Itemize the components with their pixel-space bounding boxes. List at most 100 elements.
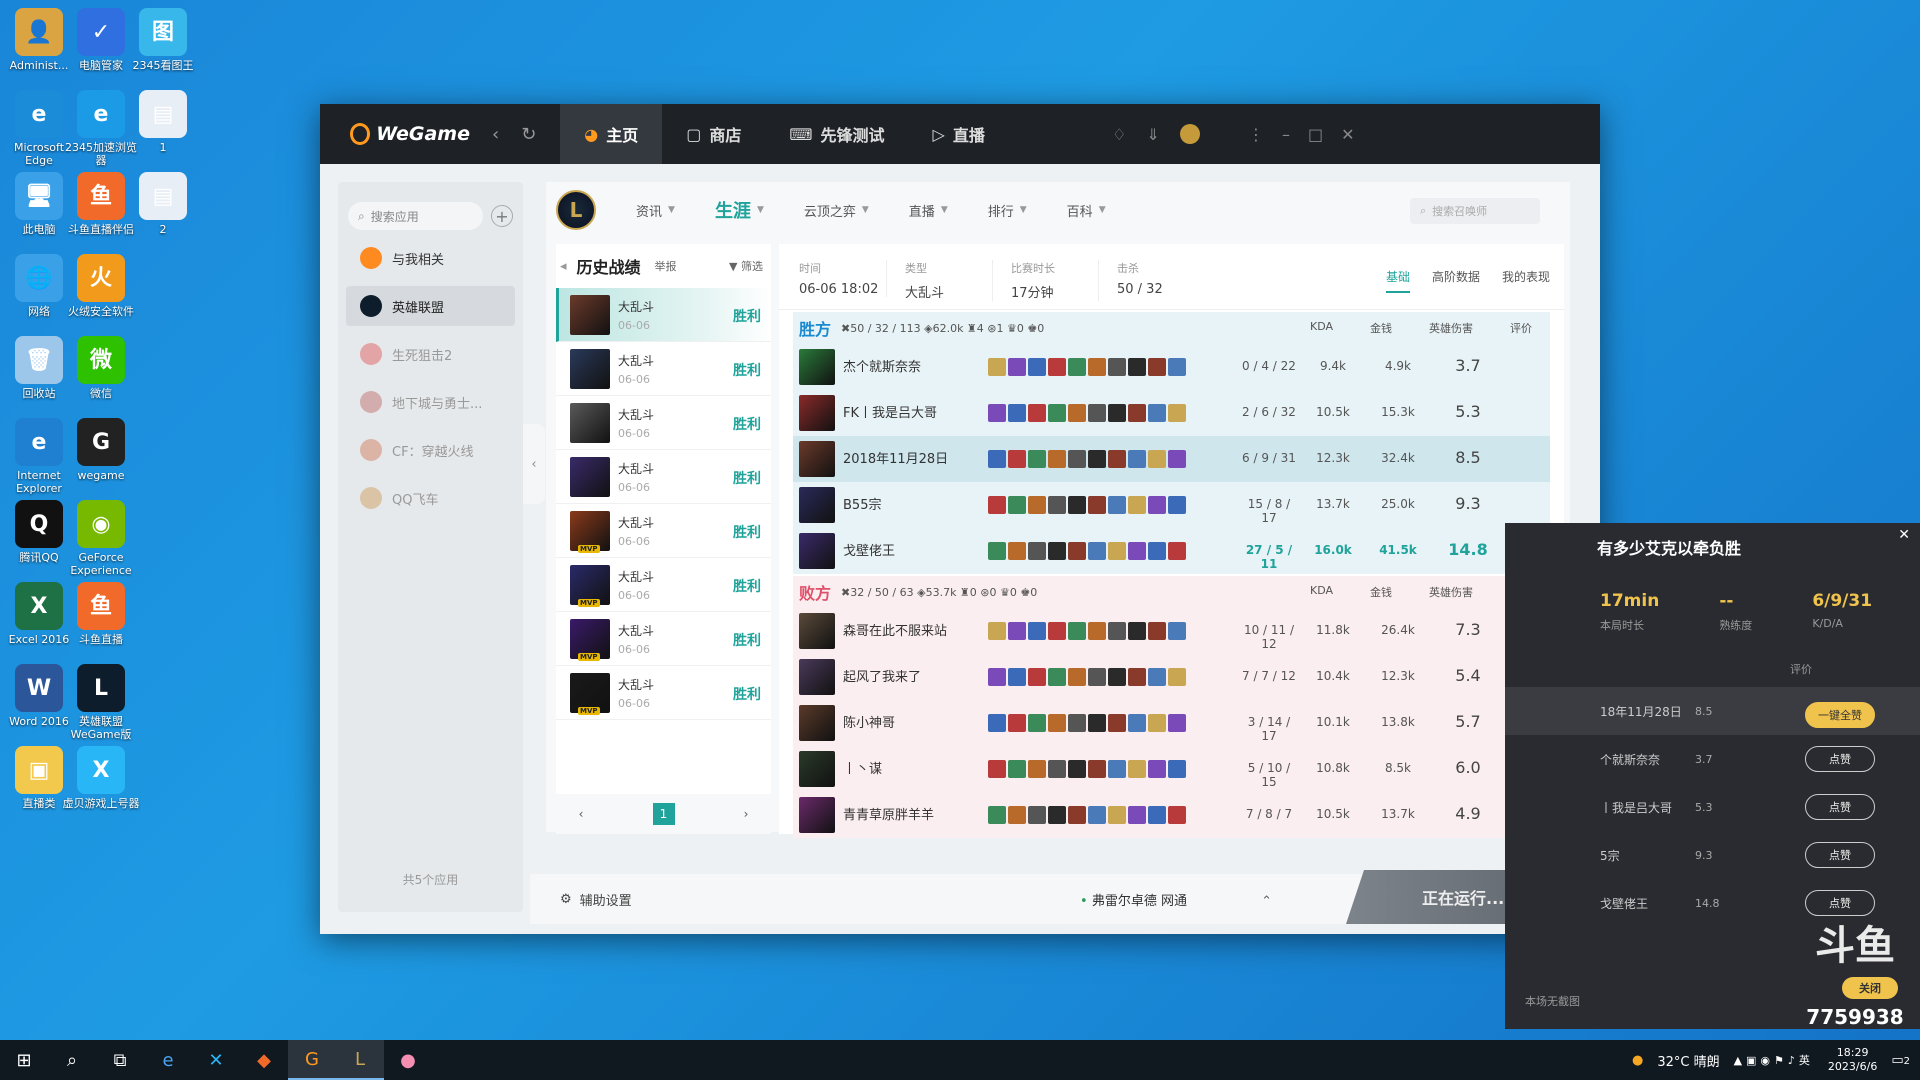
more-icon[interactable]: ⋮ bbox=[1248, 125, 1264, 144]
player-row[interactable]: 森哥在此不服来站 10 / 11 / 12 11.8k 26.4k 7.3 bbox=[793, 608, 1550, 654]
tab-2[interactable]: ⌨ 先锋测试 bbox=[765, 104, 908, 164]
download-icon[interactable]: ⇓ bbox=[1146, 125, 1159, 144]
tab-3[interactable]: ▷ 直播 bbox=[909, 104, 1009, 164]
player-row[interactable]: 戈壁佬王 27 / 5 / 11 16.0k 41.5k 14.8 bbox=[793, 528, 1550, 574]
sidebar-app[interactable]: QQ飞车 bbox=[346, 478, 515, 518]
player-name[interactable]: 森哥在此不服来站 bbox=[843, 624, 993, 639]
avatar[interactable] bbox=[1179, 124, 1200, 144]
server-select[interactable]: • 弗雷尔卓德 网通 ⌃ bbox=[1080, 890, 1272, 909]
desktop-icon[interactable]: X 虚贝游戏上号器 bbox=[62, 746, 140, 810]
lol-nav-item[interactable]: 百科 ▼ bbox=[1067, 197, 1106, 223]
summoner-search[interactable]: ⌕ 搜索召唤师 bbox=[1410, 198, 1540, 224]
player-row[interactable]: 杰个就斯奈奈 0 / 4 / 22 9.4k 4.9k 3.7 bbox=[793, 344, 1550, 390]
match-row[interactable]: 大乱斗 06-06 胜利 bbox=[556, 288, 771, 342]
match-row[interactable]: MVP 大乱斗 06-06 胜利 bbox=[556, 666, 771, 720]
lol-nav-item[interactable]: 排行 ▼ bbox=[988, 197, 1027, 223]
sidebar-app[interactable]: 地下城与勇士... bbox=[346, 382, 515, 422]
like-button[interactable]: 点赞 bbox=[1805, 842, 1875, 868]
player-name[interactable]: FK丨我是吕大哥 bbox=[843, 406, 993, 421]
overlay-close-button[interactable]: 关闭 bbox=[1842, 977, 1898, 999]
search-button[interactable]: ⌕ bbox=[48, 1040, 96, 1080]
desktop-icon[interactable]: ▤ 2 bbox=[124, 172, 202, 236]
tray-icons[interactable]: ▲▣◉⚑♪英 bbox=[1734, 1052, 1814, 1068]
taskbar-lol[interactable]: L bbox=[336, 1040, 384, 1080]
like-button[interactable]: 一键全赞 bbox=[1805, 702, 1875, 728]
player-row[interactable]: 青青草原胖羊羊 7 / 8 / 7 10.5k 13.7k 4.9 bbox=[793, 792, 1550, 838]
notification-icon[interactable]: ▭2 bbox=[1891, 1053, 1910, 1068]
taskbar-ie[interactable]: e bbox=[144, 1040, 192, 1080]
sidebar-app[interactable]: 英雄联盟 bbox=[346, 286, 515, 326]
match-row[interactable]: MVP 大乱斗 06-06 胜利 bbox=[556, 558, 771, 612]
match-row[interactable]: 大乱斗 06-06 胜利 bbox=[556, 450, 771, 504]
match-row[interactable]: MVP 大乱斗 06-06 胜利 bbox=[556, 504, 771, 558]
detail-tab[interactable]: 基础 bbox=[1385, 268, 1410, 293]
lol-logo-icon[interactable]: L bbox=[556, 190, 596, 230]
detail-tab[interactable]: 我的表现 bbox=[1502, 268, 1550, 293]
lol-nav-item[interactable]: 直播 ▼ bbox=[909, 197, 948, 223]
like-button[interactable]: 点赞 bbox=[1805, 794, 1875, 820]
desktop-icon[interactable]: Gwegame bbox=[62, 418, 140, 482]
start-button[interactable]: ⊞ bbox=[0, 1040, 48, 1080]
player-row[interactable]: 起风了我来了 7 / 7 / 12 10.4k 12.3k 5.4 bbox=[793, 654, 1550, 700]
shirt-icon[interactable]: ♢ bbox=[1112, 125, 1126, 144]
report-button[interactable]: 举报 bbox=[655, 258, 677, 274]
player-name[interactable]: 戈壁佬王 bbox=[843, 544, 993, 559]
desktop-icon[interactable]: 鱼斗鱼直播 bbox=[62, 582, 140, 646]
lol-nav-item[interactable]: 资讯 ▼ bbox=[636, 197, 675, 223]
player-row[interactable]: 2018年11月28日 6 / 9 / 31 12.3k 32.4k 8.5 bbox=[793, 436, 1550, 482]
weather-label[interactable]: 32°C 晴朗 bbox=[1657, 1051, 1719, 1070]
mvp-badge: MVP bbox=[578, 544, 600, 553]
player-name[interactable]: B55宗 bbox=[843, 498, 993, 513]
maximize-icon[interactable]: □ bbox=[1308, 125, 1323, 144]
player-name[interactable]: 起风了我来了 bbox=[843, 670, 993, 685]
desktop-icon[interactable]: ▤ 1 bbox=[124, 90, 202, 154]
player-row[interactable]: 陈小神哥 3 / 14 / 17 10.1k 13.8k 5.7 bbox=[793, 700, 1550, 746]
next-page-button[interactable]: › bbox=[735, 803, 757, 825]
lol-nav-item[interactable]: 生涯 ▼ bbox=[715, 197, 764, 223]
taskbar-douyu[interactable]: ◆ bbox=[240, 1040, 288, 1080]
sidebar-app[interactable]: CF：穿越火线 bbox=[346, 430, 515, 470]
close-icon[interactable]: ✕ bbox=[1341, 125, 1354, 144]
match-row[interactable]: 大乱斗 06-06 胜利 bbox=[556, 342, 771, 396]
player-name[interactable]: 青青草原胖羊羊 bbox=[843, 808, 993, 823]
player-name[interactable]: 杰个就斯奈奈 bbox=[843, 360, 993, 375]
lol-nav-item[interactable]: 云顶之弈 ▼ bbox=[804, 197, 869, 223]
match-row[interactable]: 大乱斗 06-06 胜利 bbox=[556, 396, 771, 450]
sidebar-app[interactable]: 与我相关 bbox=[346, 238, 515, 278]
add-app-button[interactable]: + bbox=[491, 205, 513, 227]
back-icon[interactable]: ‹ bbox=[492, 124, 499, 145]
wegame-logo[interactable]: WeGame bbox=[320, 123, 470, 145]
minimize-icon[interactable]: – bbox=[1282, 125, 1290, 144]
player-name[interactable]: 2018年11月28日 bbox=[843, 452, 993, 467]
desktop-icon[interactable]: 图 2345看图王 bbox=[124, 8, 202, 72]
player-name[interactable]: 陈小神哥 bbox=[843, 716, 993, 731]
like-button[interactable]: 点赞 bbox=[1805, 746, 1875, 772]
detail-tab[interactable]: 高阶数据 bbox=[1432, 268, 1480, 293]
player-row[interactable]: FK丨我是吕大哥 2 / 6 / 32 10.5k 15.3k 5.3 bbox=[793, 390, 1550, 436]
collapse-sidebar-button[interactable]: ‹ bbox=[523, 424, 545, 504]
current-page[interactable]: 1 bbox=[652, 803, 675, 825]
history-back-icon[interactable]: ◂ bbox=[560, 259, 567, 274]
match-row[interactable]: MVP 大乱斗 06-06 胜利 bbox=[556, 612, 771, 666]
sidebar-app[interactable]: 生死狙击2 bbox=[346, 334, 515, 374]
player-name[interactable]: 丨丶谋 bbox=[843, 762, 993, 777]
desktop-icon[interactable]: ◉ GeForce Experience bbox=[62, 500, 140, 577]
overlay-close-icon[interactable]: ✕ bbox=[1898, 527, 1910, 543]
app-search-input[interactable]: ⌕ 搜索应用 bbox=[348, 202, 483, 230]
filter-button[interactable]: ▼ 筛选 bbox=[729, 258, 763, 274]
tab-1[interactable]: ▢ 商店 bbox=[662, 104, 765, 164]
player-row[interactable]: B55宗 15 / 8 / 17 13.7k 25.0k 9.3 bbox=[793, 482, 1550, 528]
prev-page-button[interactable]: ‹ bbox=[570, 803, 592, 825]
desktop-icon[interactable]: 微微信 bbox=[62, 336, 140, 400]
task-view-button[interactable]: ⧉ bbox=[96, 1040, 144, 1080]
refresh-icon[interactable]: ↻ bbox=[521, 124, 536, 145]
player-row[interactable]: 丨丶谋 5 / 10 / 15 10.8k 8.5k 6.0 bbox=[793, 746, 1550, 792]
tab-0[interactable]: ◕ 主页 bbox=[560, 104, 663, 164]
taskbar-xubei[interactable]: ✕ bbox=[192, 1040, 240, 1080]
desktop-icon[interactable]: 火火绒安全软件 bbox=[62, 254, 140, 318]
clock[interactable]: 18:29 2023/6/6 bbox=[1828, 1046, 1877, 1074]
helper-settings-button[interactable]: ⚙ 辅助设置 bbox=[560, 890, 632, 909]
desktop-icon[interactable]: L 英雄联盟WeGame版 bbox=[62, 664, 140, 741]
taskbar-game[interactable]: ● bbox=[384, 1040, 432, 1080]
taskbar-wegame[interactable]: G bbox=[288, 1040, 336, 1080]
